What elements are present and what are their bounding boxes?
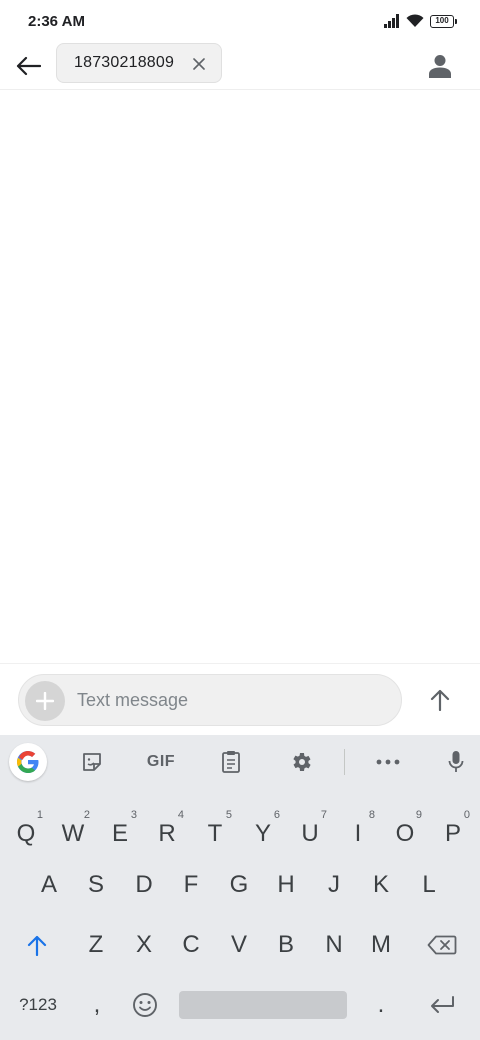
key-q[interactable]: Q1 xyxy=(3,808,49,860)
status-time: 2:36 AM xyxy=(28,12,85,30)
key-hint: 9 xyxy=(415,809,422,821)
key-j[interactable]: J xyxy=(311,859,357,911)
key-label: I xyxy=(354,820,362,847)
settings-button[interactable] xyxy=(281,742,321,782)
message-list xyxy=(0,91,480,663)
google-icon xyxy=(17,751,39,773)
key-hint: 7 xyxy=(320,809,327,821)
key-label: R xyxy=(158,820,176,847)
key-hint: 3 xyxy=(130,809,137,821)
app-bar: 18730218809 xyxy=(0,42,480,90)
key-hint: 5 xyxy=(225,809,232,821)
key-hint: 4 xyxy=(177,809,184,821)
key-label: Y xyxy=(254,820,271,847)
more-icon xyxy=(376,759,400,765)
key-g[interactable]: G xyxy=(216,859,262,911)
arrow-back-icon xyxy=(16,56,41,76)
clipboard-button[interactable] xyxy=(211,742,251,782)
key-label: T xyxy=(207,820,223,847)
plus-icon xyxy=(36,692,54,710)
key-o[interactable]: O9 xyxy=(382,808,428,860)
wifi-icon xyxy=(406,14,424,27)
gif-button[interactable]: GIF xyxy=(138,742,184,782)
message-input[interactable] xyxy=(77,675,387,725)
key-n[interactable]: N xyxy=(311,919,357,971)
keyboard-toolbar: GIF xyxy=(0,735,480,789)
key-label: U xyxy=(301,820,319,847)
key-h[interactable]: H xyxy=(263,859,309,911)
recipient-number: 18730218809 xyxy=(74,54,175,71)
key-i[interactable]: I8 xyxy=(335,808,381,860)
key-v[interactable]: V xyxy=(216,919,262,971)
more-button[interactable] xyxy=(368,742,408,782)
key-label: O xyxy=(395,820,415,847)
battery-level: 100 xyxy=(435,16,449,25)
google-button[interactable] xyxy=(9,743,47,781)
key-p[interactable]: P0 xyxy=(430,808,476,860)
key-label: W xyxy=(61,820,85,847)
key-x[interactable]: X xyxy=(121,919,167,971)
enter-icon xyxy=(431,996,454,1013)
status-bar: 2:36 AM 100 xyxy=(0,0,480,42)
recipient-chip[interactable]: 18730218809 xyxy=(56,43,222,83)
key-b[interactable]: B xyxy=(263,919,309,971)
key-s[interactable]: S xyxy=(73,859,119,911)
key-c[interactable]: C xyxy=(168,919,214,971)
key-z[interactable]: Z xyxy=(73,919,119,971)
voice-input-button[interactable] xyxy=(436,742,476,782)
key-hint: 1 xyxy=(36,809,43,821)
key-label: E xyxy=(111,820,128,847)
enter-key[interactable] xyxy=(416,979,468,1031)
key-hint: 8 xyxy=(368,809,375,821)
gear-icon xyxy=(293,753,311,771)
period-key[interactable]: . xyxy=(358,979,404,1031)
key-r[interactable]: R4 xyxy=(144,808,190,860)
compose-bar xyxy=(0,663,480,735)
attach-button[interactable] xyxy=(25,681,65,721)
key-hint: 0 xyxy=(463,809,470,821)
key-y[interactable]: Y6 xyxy=(240,808,286,860)
key-hint: 2 xyxy=(83,809,90,821)
emoji-key[interactable] xyxy=(122,979,168,1031)
emoji-icon xyxy=(133,993,157,1017)
clipboard-icon xyxy=(222,751,240,773)
arrow-up-icon xyxy=(430,689,450,711)
close-icon xyxy=(193,58,205,70)
contact-button[interactable] xyxy=(420,48,460,84)
key-l[interactable]: L xyxy=(406,859,452,911)
battery-icon: 100 xyxy=(430,14,457,28)
key-m[interactable]: M xyxy=(358,919,404,971)
microphone-icon xyxy=(448,751,464,772)
key-u[interactable]: U7 xyxy=(287,808,333,860)
key-d[interactable]: D xyxy=(121,859,167,911)
shift-key[interactable] xyxy=(14,919,60,971)
remove-recipient-button[interactable] xyxy=(191,56,207,72)
sticker-button[interactable] xyxy=(72,742,112,782)
status-icons: 100 xyxy=(384,14,457,28)
key-label: P xyxy=(444,820,461,847)
send-button[interactable] xyxy=(420,680,460,720)
key-t[interactable]: T5 xyxy=(192,808,238,860)
shift-icon xyxy=(27,935,47,956)
sticker-icon xyxy=(83,753,101,771)
key-label: Q xyxy=(16,820,36,847)
key-hint: 6 xyxy=(273,809,280,821)
key-w[interactable]: W2 xyxy=(50,808,96,860)
backspace-icon xyxy=(427,935,457,955)
person-icon xyxy=(429,55,451,78)
space-key[interactable] xyxy=(179,991,347,1019)
key-k[interactable]: K xyxy=(358,859,404,911)
toolbar-divider xyxy=(344,749,345,775)
key-e[interactable]: E3 xyxy=(97,808,143,860)
backspace-key[interactable] xyxy=(416,919,468,971)
back-button[interactable] xyxy=(8,46,48,86)
symbols-key[interactable]: ?123 xyxy=(8,979,68,1031)
keyboard: G I F Q 1 W 2 E 3 R 4 T 5 Y 6 U 7 I 8 O 9 … xyxy=(0,735,480,1040)
gif-label: GIF xyxy=(146,753,176,770)
comma-key[interactable]: , xyxy=(74,979,120,1031)
key-a[interactable]: A xyxy=(26,859,72,911)
signal-icon xyxy=(384,14,399,28)
compose-field xyxy=(18,674,402,726)
key-f[interactable]: F xyxy=(168,859,214,911)
